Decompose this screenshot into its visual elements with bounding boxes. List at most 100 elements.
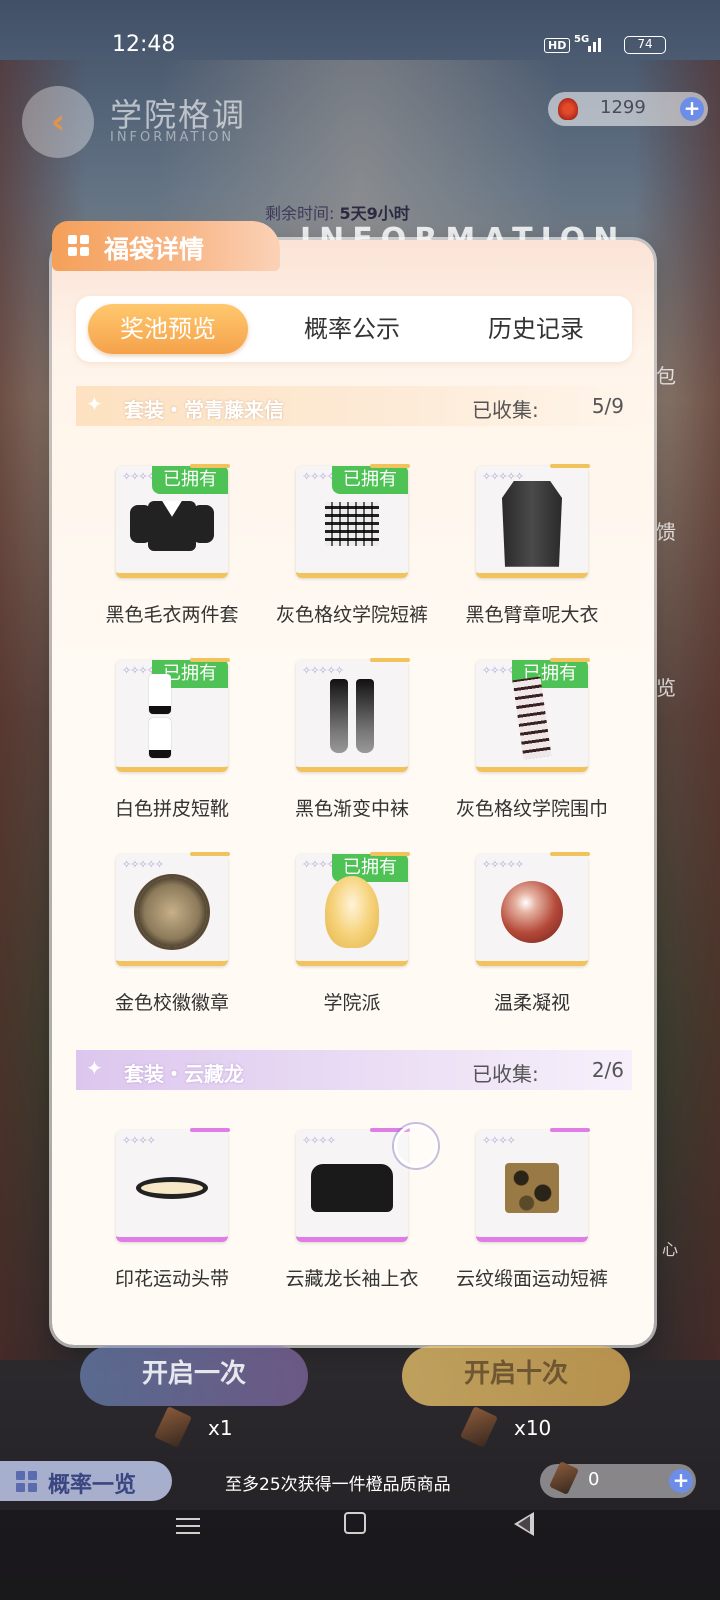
plaid-shorts-icon [325,501,379,546]
item-name: 学院派 [323,992,381,1014]
item-name: 黑色臂章呢大衣 [465,604,599,626]
pool-content[interactable]: ✦ 套装・常青藤来信 已收集: 5/9 ✧✧✧✧ 已拥有 黑色毛衣两件套 ✧✧✧… [76,370,632,1330]
item-thumbnail: ✧✧✧✧✧ [476,464,590,578]
collected-label: 已收集: [472,398,539,422]
set-header-dragon: ✦ 套装・云藏龙 已收集: 2/6 [76,1050,632,1090]
open-once-button[interactable]: 开启一次 [80,1346,308,1406]
menu-icon[interactable] [176,1516,200,1536]
touch-indicator [394,1124,438,1168]
side-label-bag[interactable]: 包 [656,360,676,389]
set-name: 套装・常青藤来信 [124,398,284,422]
scarf-icon [512,676,552,760]
item-card[interactable]: ✧✧✧✧ 已拥有 灰色格纹学院短裤 [256,464,436,656]
item-thumbnail: ✧✧✧✧ [476,1128,590,1242]
item-thumbnail: ✧✧✧✧ 已拥有 [476,658,590,772]
ticket-count-value: 0 [588,1469,600,1490]
add-ticket-button[interactable]: + [669,1469,693,1493]
grid-icon [68,235,90,257]
item-thumbnail: ✧✧✧✧ 已拥有 [296,464,410,578]
tab-bar: 奖池预览 概率公示 历史记录 [76,296,632,362]
sparkle-icon: ✦ [86,392,103,416]
item-card[interactable]: ✧✧✧✧✧ 黑色渐变中袜 [256,658,436,850]
item-name: 灰色格纹学院短裤 [275,604,428,626]
rarity-stars-icon: ✧✧✧✧ [482,1134,516,1147]
timer-label: 剩余时间: [265,204,335,223]
rarity-stars-icon: ✧✧✧✧ [302,858,336,871]
set-header-ivy: ✦ 套装・常青藤来信 已收集: 5/9 [76,386,632,426]
collected-count: 5/9 [591,394,624,418]
add-currency-button[interactable]: + [680,97,704,121]
item-name: 黑色毛衣两件套 [105,604,239,626]
item-thumbnail: ✧✧✧✧ 已拥有 [116,464,230,578]
tab-history[interactable]: 历史记录 [456,304,616,354]
collected-count: 2/6 [591,1058,624,1082]
item-card[interactable]: ✧✧✧✧ 已拥有 学院派 [256,852,436,1044]
item-card[interactable]: ✧✧✧✧ 已拥有 黑色毛衣两件套 [76,464,256,656]
rate-overview-label: 概率一览 [48,1473,137,1498]
panel-title-tab: 福袋详情 [52,221,280,271]
back-button[interactable]: ‹ [22,86,94,158]
rarity-stars-icon: ✧✧✧✧ [122,470,156,483]
home-icon[interactable] [344,1512,366,1534]
side-label-preview[interactable]: 览 [656,672,676,701]
ticket-icon [549,1461,579,1495]
timer-value: 5天9小时 [339,204,410,223]
item-thumbnail: ✧✧✧✧ [116,1128,230,1242]
status-time: 12:48 [112,32,176,57]
item-thumbnail: ✧✧✧✧✧ [476,852,590,966]
rarity-stars-icon: ✧✧✧✧ [482,664,516,677]
item-card[interactable]: ✧✧✧✧✧ 金色校徽徽章 [76,852,256,1044]
rarity-stars-icon: ✧✧✧✧✧ [302,664,344,677]
page-subtitle: INFORMATION [110,130,235,145]
sweater-icon [130,497,214,551]
back-triangle-icon[interactable] [514,1512,534,1536]
item-thumbnail: ✧✧✧✧✧ [116,852,230,966]
status-bar: 12:48 HD 5G 74 [0,0,720,90]
boots-icon [144,673,200,762]
owned-badge: 已拥有 [152,466,228,494]
rate-overview-button[interactable]: 概率一览 [0,1461,172,1501]
item-name: 云藏龙长袖上衣 [285,1268,419,1290]
open-ten-button[interactable]: 开启十次 [402,1346,630,1406]
rarity-stars-icon: ✧✧✧✧✧ [122,858,164,871]
hair-icon [325,875,379,948]
item-name: 黑色渐变中袜 [294,798,409,820]
side-label-feedback[interactable]: 馈 [656,516,676,545]
owned-badge: 已拥有 [332,466,408,494]
tab-pool-preview[interactable]: 奖池预览 [88,304,248,354]
lens-icon [501,880,563,943]
qty-ten: x10 [514,1416,552,1440]
item-card[interactable]: ✧✧✧✧ 已拥有 灰色格纹学院围巾 [436,658,616,850]
camo-shorts-icon [505,1162,559,1213]
side-label-center[interactable]: 心 [662,1236,678,1260]
rarity-stars-icon: ✧✧✧✧ [122,1134,156,1147]
ticket-count-display: 0 + [540,1461,696,1498]
remaining-time: 剩余时间: 5天9小时 [265,200,410,224]
coat-icon [502,480,562,567]
item-name: 灰色格纹学院围巾 [455,798,608,820]
item-card[interactable]: ✧✧✧✧ 已拥有 白色拼皮短靴 [76,658,256,850]
rarity-stars-icon: ✧✧✧✧ [302,470,336,483]
item-card[interactable]: ✧✧✧✧✧ 温柔凝视 [436,852,616,1044]
item-name: 温柔凝视 [493,992,570,1014]
gem-icon [558,98,578,120]
item-name: 金色校徽徽章 [114,992,229,1014]
item-name: 云纹缎面运动短裤 [455,1268,608,1290]
item-thumbnail: ✧✧✧✧✧ [296,658,410,772]
sparkle-icon: ✦ [86,1056,103,1080]
item-card[interactable]: ✧✧✧✧ 云纹缎面运动短裤 [436,1128,616,1320]
currency-display: 1299 + [548,92,708,126]
qty-once: x1 [208,1416,233,1440]
currency-value: 1299 [600,97,646,118]
badge-icon [137,876,207,947]
item-card[interactable]: ✧✧✧✧ 印花运动头带 [76,1128,256,1320]
item-card[interactable]: ✧✧✧✧✧ 黑色臂章呢大衣 [436,464,616,656]
grid-icon [16,1471,38,1493]
battery-icon: 74 [624,36,666,54]
guarantee-text: 至多25次获得一件橙品质商品 [225,1475,451,1495]
signal-icon [584,36,604,52]
headband-icon [136,1176,208,1199]
hd-icon: HD [544,38,571,53]
tab-probability[interactable]: 概率公示 [272,304,432,354]
panel-title: 福袋详情 [104,235,205,264]
